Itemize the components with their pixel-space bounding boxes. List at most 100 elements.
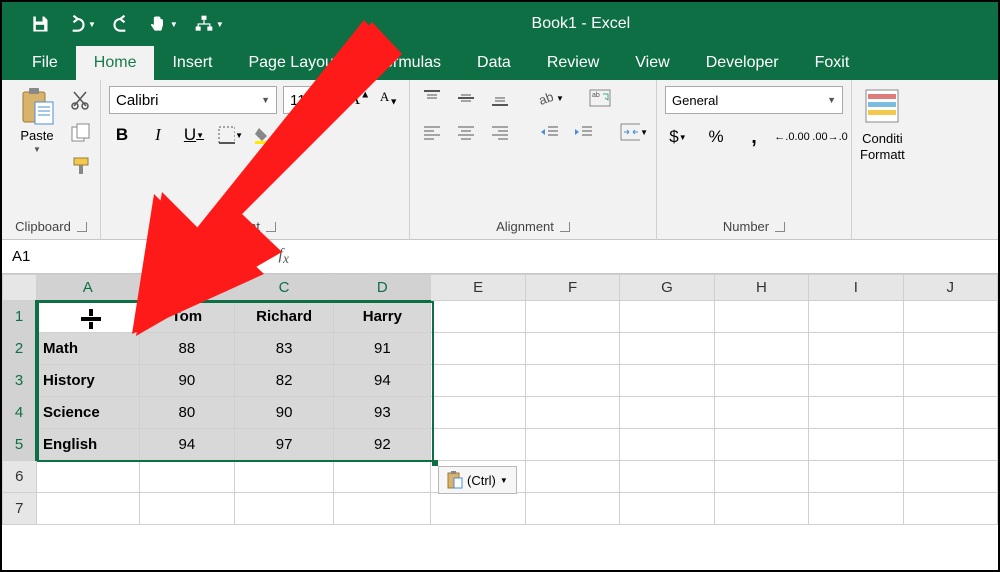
tab-page-layout[interactable]: Page Layout <box>230 46 356 80</box>
cell[interactable] <box>431 301 525 333</box>
cell[interactable] <box>525 461 619 493</box>
cell[interactable] <box>139 493 234 525</box>
accounting-format-button[interactable]: $ ▼ <box>665 124 691 150</box>
cell[interactable] <box>525 493 619 525</box>
paste-options-tag[interactable]: (Ctrl) ▼ <box>438 466 517 494</box>
save-icon[interactable] <box>30 14 50 34</box>
font-size-combo[interactable]: 11▼ <box>283 86 341 114</box>
cell[interactable] <box>809 365 903 397</box>
col-header[interactable]: B <box>139 275 234 301</box>
row-header[interactable]: 1 <box>3 301 37 333</box>
decrease-decimal-icon[interactable]: .00→.0 <box>817 124 843 150</box>
caret-down-icon[interactable]: ▼ <box>170 20 178 29</box>
dialog-launcher-icon[interactable] <box>775 222 785 232</box>
cell[interactable] <box>36 461 139 493</box>
cell[interactable] <box>714 333 808 365</box>
tab-insert[interactable]: Insert <box>154 46 230 80</box>
worksheet-grid[interactable]: A B C D E F G H I J 1 Tom Richard Harry … <box>2 274 998 525</box>
cell[interactable]: Science <box>36 397 139 429</box>
caret-down-icon[interactable]: ▼ <box>88 20 96 29</box>
undo-button[interactable]: ▼ <box>66 14 96 34</box>
dialog-launcher-icon[interactable] <box>560 222 570 232</box>
tab-review[interactable]: Review <box>529 46 617 80</box>
cell[interactable] <box>809 333 903 365</box>
cell[interactable] <box>525 397 619 429</box>
name-box[interactable]: A1▼ <box>2 240 208 273</box>
cell[interactable]: 94 <box>139 429 234 461</box>
font-color-button[interactable]: A▼ <box>289 122 315 148</box>
cell[interactable]: Tom <box>139 301 234 333</box>
col-header[interactable]: H <box>714 275 808 301</box>
cell[interactable] <box>714 397 808 429</box>
cell[interactable] <box>620 493 714 525</box>
select-all-corner[interactable] <box>3 275 37 301</box>
row-header[interactable]: 2 <box>3 333 37 365</box>
cell[interactable] <box>620 301 714 333</box>
cell[interactable] <box>620 365 714 397</box>
caret-down-icon[interactable]: ▼ <box>216 20 224 29</box>
cell[interactable]: 90 <box>234 397 333 429</box>
decrease-font-icon[interactable]: A▼ <box>377 88 401 112</box>
cell[interactable] <box>903 397 997 429</box>
cut-icon[interactable] <box>70 90 92 113</box>
cell[interactable]: History <box>36 365 139 397</box>
cell[interactable] <box>334 493 431 525</box>
percent-button[interactable]: % <box>703 124 729 150</box>
enter-icon[interactable]: ✓ <box>249 246 264 267</box>
col-header[interactable]: D <box>334 275 431 301</box>
row-header[interactable]: 3 <box>3 365 37 397</box>
cell[interactable] <box>525 365 619 397</box>
cell[interactable]: 93 <box>334 397 431 429</box>
underline-button[interactable]: U ▼ <box>181 122 207 148</box>
tab-file[interactable]: File <box>14 46 76 80</box>
cell[interactable] <box>714 461 808 493</box>
cell[interactable]: 91 <box>334 333 431 365</box>
col-header[interactable]: A <box>36 275 139 301</box>
paste-button[interactable]: Paste ▼ <box>10 86 64 196</box>
align-top-icon[interactable] <box>418 86 446 110</box>
conditional-formatting-icon[interactable] <box>862 86 902 129</box>
increase-decimal-icon[interactable]: ←.0.00 <box>779 124 805 150</box>
cell[interactable] <box>431 493 525 525</box>
cell[interactable] <box>809 397 903 429</box>
copy-icon[interactable] <box>70 123 92 146</box>
cell[interactable]: 97 <box>234 429 333 461</box>
tab-data[interactable]: Data <box>459 46 529 80</box>
cancel-icon[interactable]: ✕ <box>222 247 235 267</box>
caret-down-icon[interactable]: ▼ <box>33 145 41 154</box>
align-left-icon[interactable] <box>418 120 446 144</box>
cell[interactable] <box>903 429 997 461</box>
cell[interactable] <box>809 429 903 461</box>
cell[interactable] <box>525 429 619 461</box>
cell[interactable] <box>903 493 997 525</box>
increase-font-icon[interactable]: A▲ <box>347 88 371 112</box>
col-header[interactable]: I <box>809 275 903 301</box>
cell[interactable] <box>234 461 333 493</box>
cell[interactable] <box>525 301 619 333</box>
cell[interactable] <box>620 461 714 493</box>
format-painter-icon[interactable] <box>70 156 92 179</box>
align-center-icon[interactable] <box>452 120 480 144</box>
cell[interactable] <box>903 301 997 333</box>
cell[interactable]: 82 <box>234 365 333 397</box>
comma-button[interactable]: , <box>741 124 767 150</box>
cell[interactable] <box>714 365 808 397</box>
cell[interactable] <box>809 301 903 333</box>
cell[interactable]: 83 <box>234 333 333 365</box>
cell[interactable] <box>714 493 808 525</box>
align-middle-icon[interactable] <box>452 86 480 110</box>
cell[interactable]: Math <box>36 333 139 365</box>
cell[interactable] <box>620 397 714 429</box>
decrease-indent-icon[interactable] <box>536 120 564 144</box>
increase-indent-icon[interactable] <box>570 120 598 144</box>
row-header[interactable]: 4 <box>3 397 37 429</box>
align-bottom-icon[interactable] <box>486 86 514 110</box>
row-header[interactable]: 7 <box>3 493 37 525</box>
cell[interactable]: 94 <box>334 365 431 397</box>
cell[interactable] <box>809 461 903 493</box>
tab-formulas[interactable]: Formulas <box>356 46 459 80</box>
italic-button[interactable]: I <box>145 122 171 148</box>
wrap-text-icon[interactable]: ab <box>586 86 614 110</box>
cell[interactable]: 90 <box>139 365 234 397</box>
tab-view[interactable]: View <box>617 46 687 80</box>
